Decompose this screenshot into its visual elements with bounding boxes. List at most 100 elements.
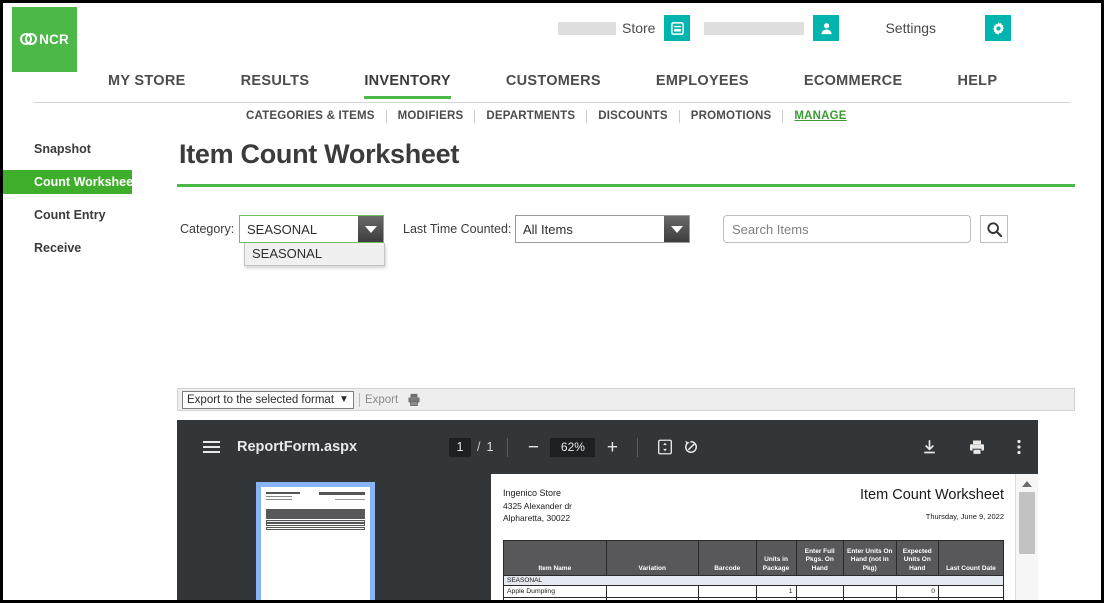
filter-row: Category: SEASONAL SEASONAL Last Time Co… [177,215,1075,266]
nav-tab-ecommerce[interactable]: ECOMMERCE [804,73,903,99]
cell-expected-units: 0 [895,584,939,598]
category-select-value: SEASONAL [247,221,318,237]
cell-item-name: Strawberry ShrtCke [503,596,607,600]
document-title-block: Item Count Worksheet Thursday, June 9, 2… [860,487,1004,521]
gear-icon [992,21,1004,35]
pdf-viewer: ReportForm.aspx 1 / 1 − 62% + Ingenico S… [177,420,1038,600]
pdf-toolbar-actions [917,420,1026,474]
settings-gear-button[interactable] [985,15,1012,41]
scrollbar-thumb[interactable] [1019,492,1035,554]
search-items-field[interactable] [723,215,971,243]
app-window: NCR Store Settings MY STORE RESULTS INVE… [0,0,1104,603]
scroll-up-arrow[interactable] [1016,476,1038,492]
page-number-input[interactable]: 1 [449,437,471,457]
subnav-categories-and-items[interactable]: CATEGORIES & ITEMS [246,110,375,122]
printer-icon [408,393,420,406]
left-sidebar: Snapshot Count Worksheet Count Entry Rec… [3,137,163,269]
cell-barcode [698,584,757,598]
last-time-counted-select[interactable]: All Items [515,215,690,243]
nav-tab-my-store[interactable]: MY STORE [108,73,186,99]
search-input[interactable] [724,215,970,243]
fit-page-button[interactable] [656,438,674,456]
ncr-logo[interactable]: NCR [12,7,77,72]
chevron-down-icon [358,216,383,242]
toolbar-divider [637,437,639,457]
fit-page-icon [658,439,673,455]
zoom-in-button[interactable]: + [601,438,623,457]
user-account-button[interactable] [813,15,840,41]
column-item-name: Item Name [503,539,607,576]
cell-last-count-date [938,596,1004,600]
column-expected-units-on-hand: Expected Units On Hand [895,539,939,576]
sidebar-item-count-worksheet[interactable]: Count Worksheet [3,170,137,194]
sidebar-item-receive[interactable]: Receive [3,236,163,260]
hamburger-icon[interactable] [203,441,220,453]
main-navigation: MY STORE RESULTS INVENTORY CUSTOMERS EMP… [3,73,1101,103]
printer-icon [970,440,984,455]
column-last-count-date: Last Count Date [938,539,1004,576]
ncr-logo-text: NCR [39,31,69,47]
download-button[interactable] [921,439,938,456]
zoom-level-input[interactable]: 62% [550,437,596,457]
table-group-row: SEASONAL [503,575,1004,586]
cell-item-name: Apple Dumpling [503,584,607,598]
cell-variation [605,596,699,600]
settings-label[interactable]: Settings [885,20,936,36]
report-document: Ingenico Store 4325 Alexander dr Alphare… [491,474,1016,600]
zoom-out-button[interactable]: − [522,438,544,457]
cell-full-pkgs-on-hand [795,584,844,598]
page-title: Item Count Worksheet [179,139,460,169]
table-row: Strawberry ShrtCke 1 0 [503,596,1004,600]
pdf-page-controls: 1 / 1 − 62% + [449,420,704,474]
nav-tab-inventory[interactable]: INVENTORY [364,73,451,99]
thumbnail-page-preview [261,487,370,600]
nav-tab-help[interactable]: HELP [957,73,997,99]
print-button[interactable] [968,439,986,456]
export-format-select[interactable]: Export to the selected format ▼ [182,390,354,409]
nav-tab-results[interactable]: RESULTS [241,73,310,99]
rotate-button[interactable] [682,438,700,456]
group-label-seasonal: SEASONAL [503,575,1004,586]
export-divider [358,392,360,407]
main-panel: Item Count Worksheet Category: SEASONAL … [177,129,1075,266]
document-title: Item Count Worksheet [860,487,1004,503]
nav-tab-employees[interactable]: EMPLOYEES [656,73,749,99]
last-counted-label: Last Time Counted: [403,222,512,236]
store-icon [671,21,684,35]
sidebar-item-count-entry[interactable]: Count Entry [3,203,163,227]
export-format-value: Export to the selected format [187,393,335,406]
more-options-button[interactable] [1016,438,1022,456]
subnav-manage[interactable]: MANAGE [794,110,846,122]
column-units-in-package: Units in Package [755,539,797,576]
chevron-down-icon [664,216,689,242]
pdf-page-thumbnail[interactable] [256,482,375,600]
document-store-address-2: Alpharetta, 30022 [503,513,571,524]
subnav-promotions[interactable]: PROMOTIONS [691,110,772,122]
magnifier-icon [986,221,1002,237]
category-label: Category: [180,222,235,236]
store-label: Store [622,20,656,36]
subnav-departments[interactable]: DEPARTMENTS [486,110,575,122]
cell-units-in-package: 1 [755,584,797,598]
category-select[interactable]: SEASONAL [239,215,384,243]
page-content: Snapshot Count Worksheet Count Entry Rec… [3,129,1101,600]
subnav-divider [385,109,387,123]
subnav-discounts[interactable]: DISCOUNTS [598,110,668,122]
item-count-table: Item Name Variation Barcode Units in Pac… [503,539,1004,600]
sidebar-item-snapshot[interactable]: Snapshot [3,137,163,161]
ncr-rings-icon [20,33,38,46]
pdf-toolbar: ReportForm.aspx 1 / 1 − 62% + [177,420,1038,474]
document-scrollbar[interactable] [1015,474,1038,600]
sub-navigation: CATEGORIES & ITEMS MODIFIERS DEPARTMENTS… [3,103,1101,129]
export-link[interactable]: Export [365,394,398,406]
document-store-address-1: 4325 Alexander dr [503,501,572,512]
subnav-modifiers[interactable]: MODIFIERS [398,110,464,122]
nav-tab-customers[interactable]: CUSTOMERS [506,73,601,99]
subnav-divider [586,109,588,123]
cell-variation [605,584,699,598]
store-switcher-button[interactable] [664,15,691,41]
search-button[interactable] [980,215,1008,243]
category-dropdown-option-seasonal[interactable]: SEASONAL [244,243,385,266]
user-icon [821,22,832,34]
export-print-button[interactable] [407,393,421,406]
